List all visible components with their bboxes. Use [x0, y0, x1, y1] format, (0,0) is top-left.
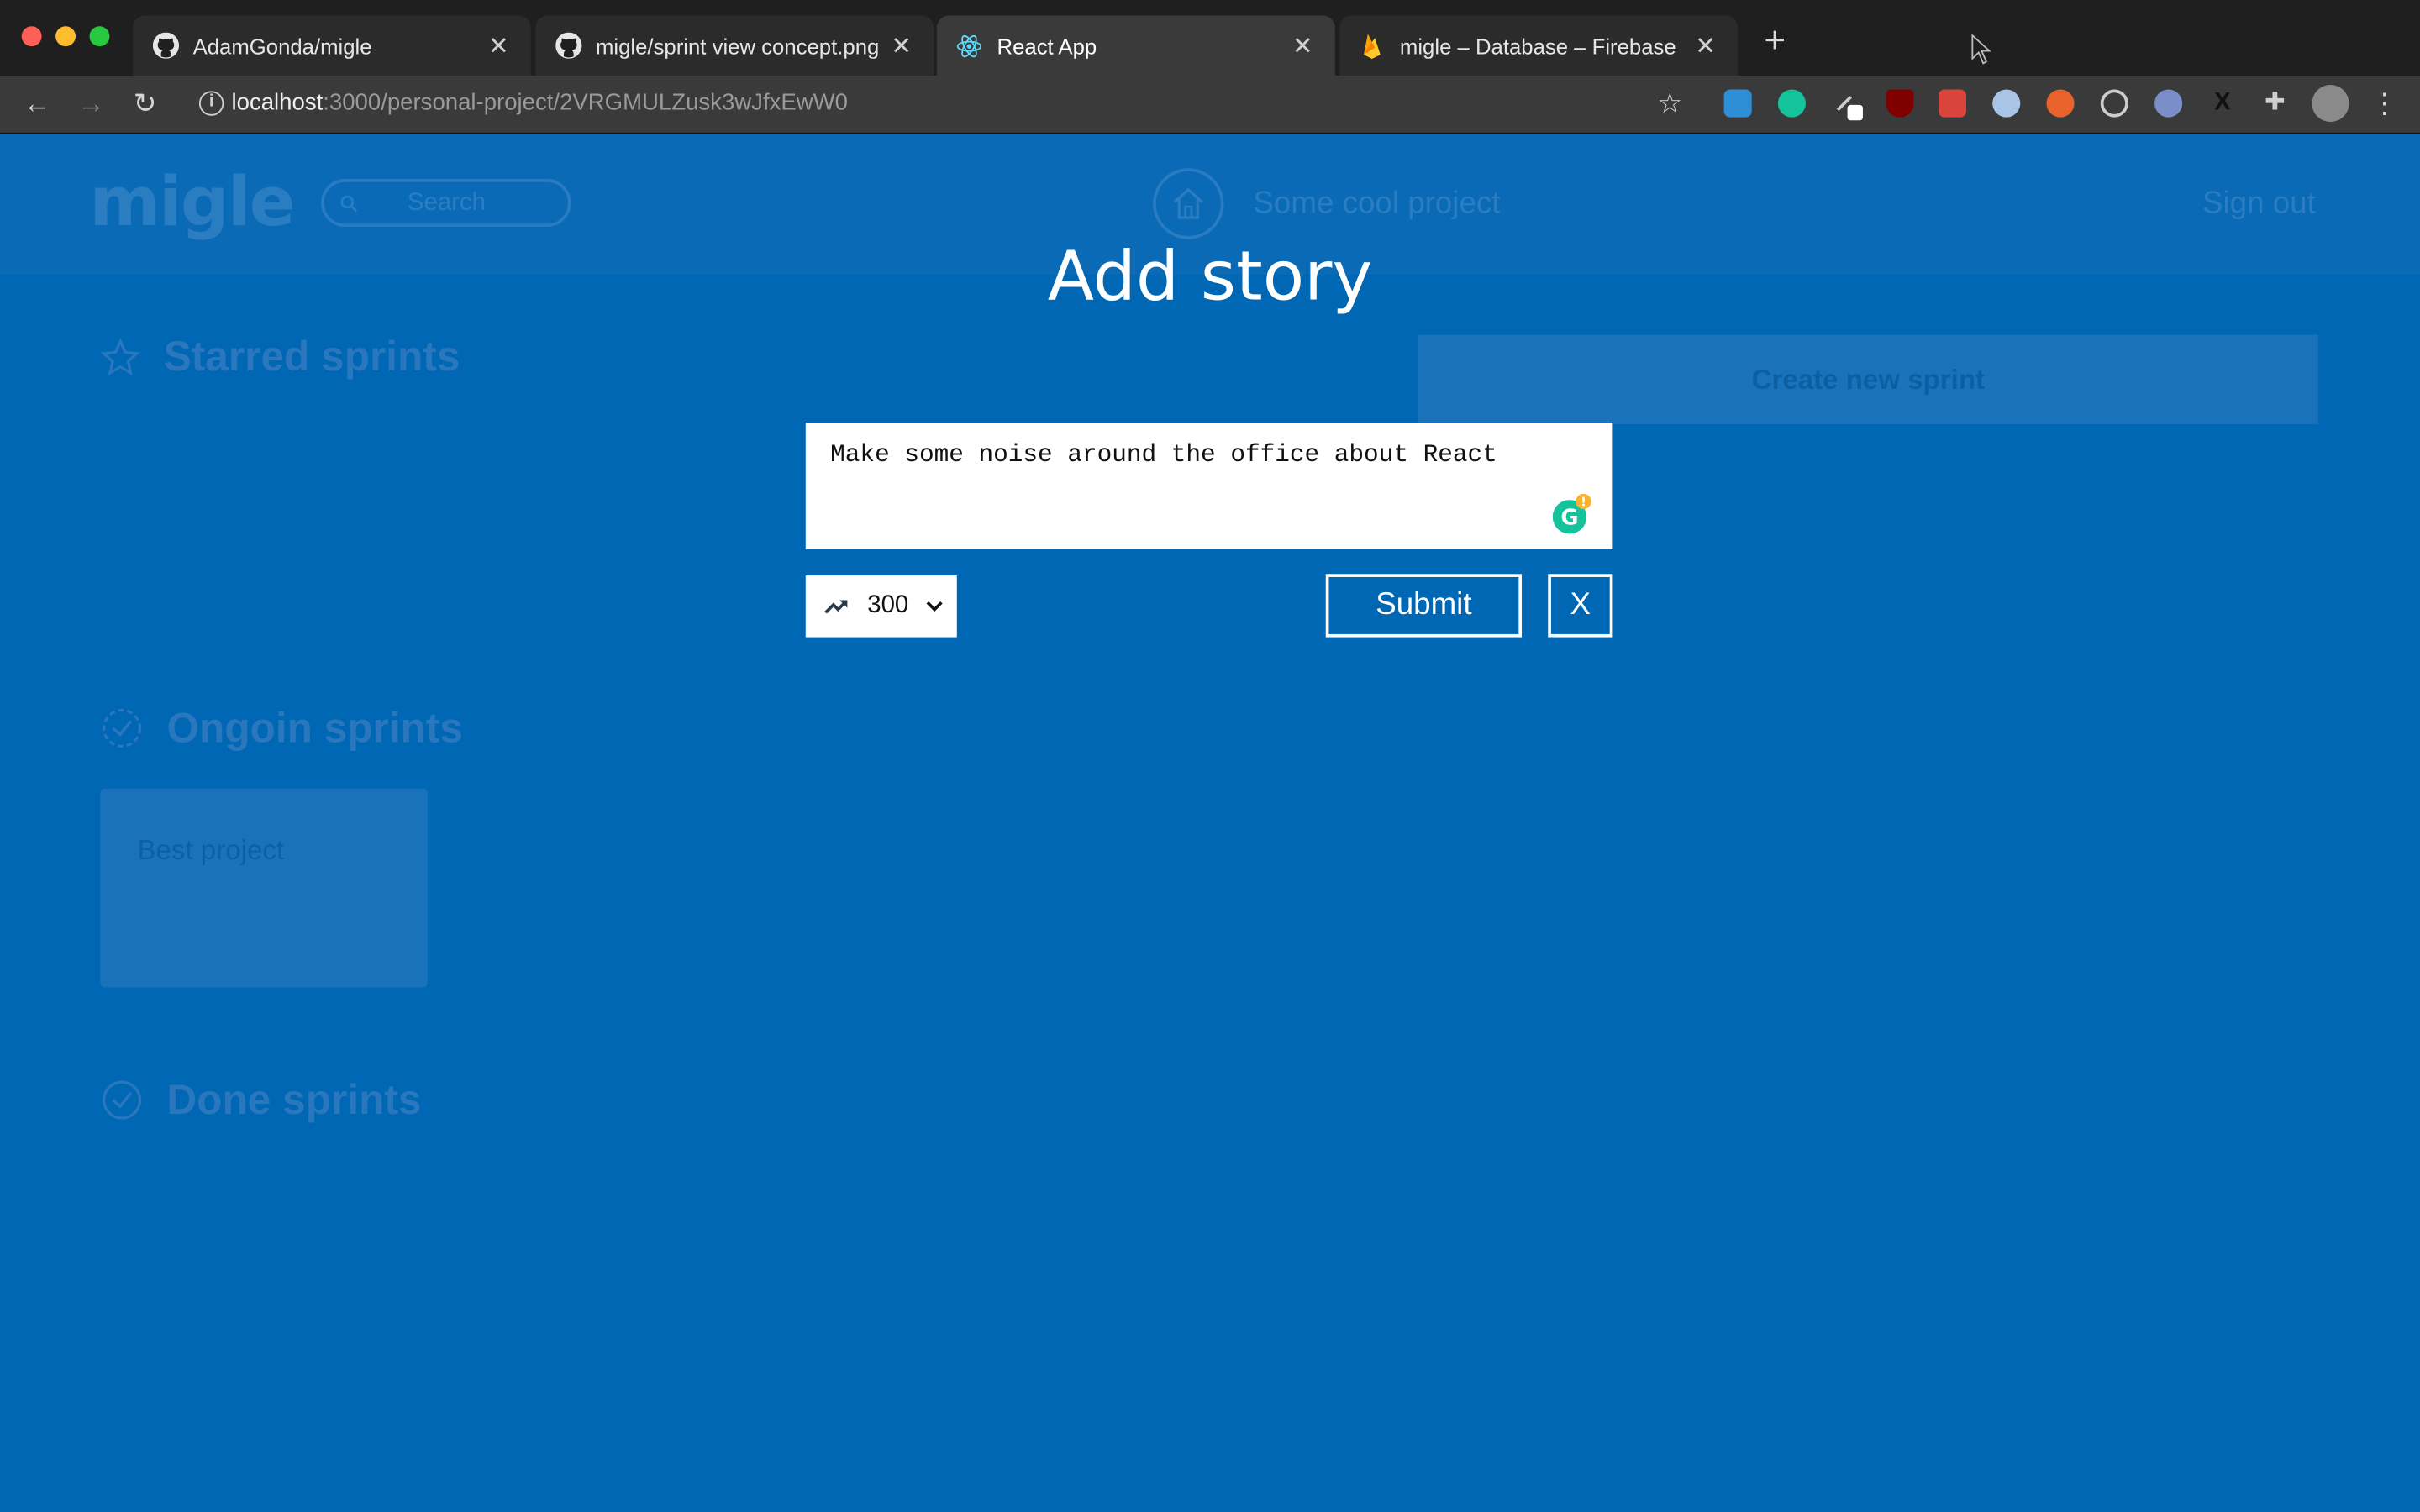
- mouse-cursor-icon: [1971, 34, 1991, 65]
- forward-icon[interactable]: →: [72, 87, 109, 120]
- search-placeholder: Search: [407, 189, 487, 217]
- starred-sprints-title: Starred sprints: [163, 333, 460, 380]
- app-logo: migle: [89, 163, 296, 243]
- close-icon[interactable]: ✕: [887, 30, 915, 61]
- extension-icon[interactable]: [1992, 89, 2021, 118]
- puzzle-extensions-icon[interactable]: ✚: [2261, 90, 2289, 118]
- close-modal-button[interactable]: X: [1548, 574, 1613, 638]
- ublock-extension-icon[interactable]: [1886, 89, 1914, 118]
- extension-icon[interactable]: [2154, 89, 2183, 118]
- extension-icon[interactable]: [1938, 89, 1966, 118]
- home-button[interactable]: [1153, 168, 1224, 239]
- minimize-window-button[interactable]: [55, 26, 76, 47]
- profile-avatar[interactable]: [2312, 85, 2349, 123]
- ongoing-sprints-title: Ongoin sprints: [166, 705, 464, 752]
- extension-icon[interactable]: [1723, 89, 1752, 118]
- react-icon: [955, 32, 983, 60]
- github-icon: [151, 32, 179, 60]
- story-points-value: 300: [867, 592, 909, 619]
- trending-up-icon: [824, 600, 848, 614]
- browser-tab[interactable]: migle/sprint view concept.png ✕: [535, 15, 934, 76]
- done-check-icon: [103, 1080, 142, 1120]
- back-icon[interactable]: ←: [18, 87, 55, 120]
- sign-out-link[interactable]: Sign out: [2202, 186, 2316, 222]
- star-icon: [100, 338, 140, 376]
- x-extension-icon[interactable]: X: [2208, 90, 2236, 118]
- home-icon: [1173, 187, 1203, 219]
- in-progress-check-icon: [103, 708, 142, 748]
- github-icon: [554, 32, 581, 60]
- story-textarea[interactable]: Make some noise around the office about …: [805, 423, 1613, 549]
- url-path: :3000/personal-project/2VRGMULZusk3wJfxE…: [323, 89, 848, 116]
- grammarly-icon[interactable]: G!: [1549, 493, 1591, 534]
- tab-title: migle – Database – Firebase co: [1399, 33, 1683, 58]
- screen: AdamGonda/migle ✕ migle/sprint view conc…: [0, 0, 2420, 1512]
- chevron-down-icon: [926, 601, 943, 612]
- create-new-sprint-button[interactable]: Create new sprint: [1418, 334, 2318, 425]
- modal-title: Add story: [1047, 237, 1373, 317]
- firebase-icon: [1358, 32, 1386, 60]
- submit-button[interactable]: Submit: [1325, 574, 1523, 638]
- address-bar[interactable]: localhost:3000/personal-project/2VRGMULZ…: [232, 88, 848, 119]
- sprint-card[interactable]: Best project: [100, 788, 428, 988]
- browser-menu-icon[interactable]: ⋮: [2366, 87, 2403, 120]
- browser-tab-active[interactable]: React App ✕: [936, 15, 1335, 76]
- browser-tab[interactable]: migle – Database – Firebase co ✕: [1339, 15, 1739, 76]
- done-sprints-title: Done sprints: [166, 1077, 422, 1124]
- story-points-select[interactable]: 300: [805, 575, 957, 638]
- search-input[interactable]: Search: [321, 179, 571, 227]
- extension-icon[interactable]: [2100, 89, 2128, 118]
- tab-title: AdamGonda/migle: [192, 33, 372, 58]
- svg-text:G: G: [1560, 505, 1578, 530]
- sprint-card-name: Best project: [137, 834, 285, 866]
- project-name: Some cool project: [1253, 186, 1501, 221]
- grammarly-extension-icon[interactable]: [1777, 89, 1806, 118]
- close-icon[interactable]: ✕: [1289, 30, 1317, 61]
- pen-extension-icon[interactable]: [1832, 90, 1863, 121]
- browser-toolbar: ← → ↻ i localhost:3000/personal-project/…: [0, 76, 2420, 134]
- browser-tab-bar: AdamGonda/migle ✕ migle/sprint view conc…: [0, 0, 2420, 76]
- close-icon[interactable]: ✕: [1691, 30, 1719, 61]
- new-tab-button[interactable]: +: [1754, 21, 1795, 62]
- reload-icon[interactable]: ↻: [127, 87, 164, 120]
- story-text: Make some noise around the office about …: [830, 441, 1497, 470]
- bookmark-star-icon[interactable]: ☆: [1651, 87, 1688, 120]
- search-icon: [340, 195, 358, 213]
- site-info-icon[interactable]: i: [198, 91, 224, 116]
- tab-title: migle/sprint view concept.png: [595, 33, 879, 58]
- tab-title: React App: [997, 33, 1097, 58]
- svg-text:!: !: [1581, 495, 1586, 509]
- browser-tab[interactable]: AdamGonda/migle ✕: [132, 15, 531, 76]
- maximize-window-button[interactable]: [89, 26, 110, 47]
- close-icon[interactable]: ✕: [485, 30, 513, 61]
- extension-icon[interactable]: [2046, 89, 2075, 118]
- url-host: localhost: [231, 89, 324, 116]
- close-window-button[interactable]: [21, 26, 42, 47]
